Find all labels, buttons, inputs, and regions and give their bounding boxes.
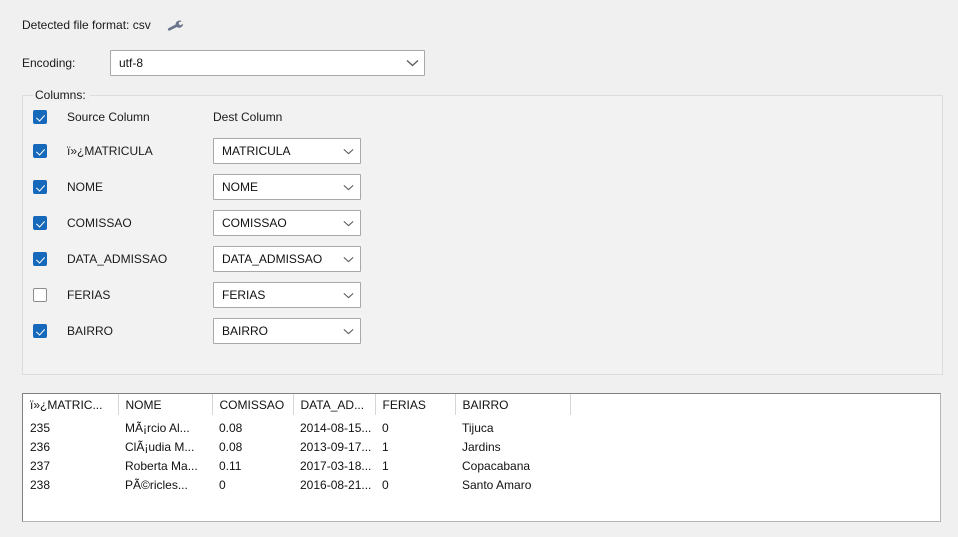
columns-header-row: Source Column Dest Column (33, 107, 282, 127)
cell-data-admissao: 2016-08-21... (300, 477, 372, 492)
cell-nome: Roberta Ma... (125, 458, 198, 473)
column-checkbox-cell-2[interactable] (33, 216, 67, 230)
column-checkbox-3[interactable] (33, 252, 47, 266)
cell-nome: PÃ©ricles... (125, 477, 188, 492)
column-mapping-row: BAIRRO BAIRRO (33, 318, 361, 344)
column-checkbox-4[interactable] (33, 288, 47, 302)
cell-bairro: Tijuca (462, 420, 494, 435)
table-row[interactable]: 238 PÃ©ricles... 0 2016-08-21... 0 Santo… (23, 475, 940, 494)
column-mapping-list: ï»¿MATRICULA MATRICULA NOME NOME COMISSA… (33, 138, 361, 354)
chevron-down-icon (336, 328, 360, 335)
dest-column-header: Dest Column (213, 110, 283, 124)
cell-data-admissao: 2013-09-17... (300, 439, 372, 454)
data-preview-table[interactable]: ï»¿MATRIC... NOME COMISSAO DATA_AD... FE… (22, 393, 941, 522)
dest-column-select-5[interactable]: BAIRRO (213, 318, 361, 344)
dest-column-select-2[interactable]: COMISSAO (213, 210, 361, 236)
source-column-name-0: ï»¿MATRICULA (67, 144, 153, 158)
dest-column-select-value-1: NOME (222, 180, 258, 194)
cell-comissao: 0 (219, 477, 226, 492)
dest-column-select-value-4: FERIAS (222, 288, 266, 302)
column-header-bairro[interactable]: BAIRRO (455, 394, 571, 415)
column-mapping-row: FERIAS FERIAS (33, 282, 361, 308)
source-column-name-1: NOME (67, 180, 103, 194)
cell-ferias: 1 (382, 439, 389, 454)
cell-ferias: 0 (382, 477, 389, 492)
cell-filler (570, 475, 940, 494)
column-checkbox-cell-0[interactable] (33, 144, 67, 158)
dest-column-select-0[interactable]: MATRICULA (213, 138, 361, 164)
column-checkbox-2[interactable] (33, 216, 47, 230)
column-mapping-row: ï»¿MATRICULA MATRICULA (33, 138, 361, 164)
column-checkbox-5[interactable] (33, 324, 47, 338)
cell-nome: ClÃ¡udia M... (125, 439, 195, 454)
table-header-row: ï»¿MATRIC... NOME COMISSAO DATA_AD... FE… (23, 394, 940, 415)
table-row[interactable]: 235 MÃ¡rcio Al... 0.08 2014-08-15... 0 T… (23, 415, 940, 437)
cell-matricula: 237 (30, 458, 51, 473)
column-checkbox-1[interactable] (33, 180, 47, 194)
cell-comissao: 0.08 (219, 439, 243, 454)
column-checkbox-cell-5[interactable] (33, 324, 67, 338)
chevron-down-icon (336, 256, 360, 263)
column-checkbox-0[interactable] (33, 144, 47, 158)
column-checkbox-cell-3[interactable] (33, 252, 67, 266)
dest-column-select-value-5: BAIRRO (222, 324, 269, 338)
encoding-select-value: utf-8 (119, 56, 144, 70)
columns-groupbox-title: Columns: (33, 88, 90, 102)
cell-filler (570, 415, 940, 437)
column-header-nome[interactable]: NOME (118, 394, 213, 415)
column-checkbox-cell-4[interactable] (33, 288, 67, 302)
cell-nome: MÃ¡rcio Al... (125, 420, 190, 435)
select-all-checkbox[interactable] (33, 110, 47, 124)
column-mapping-row: DATA_ADMISSAO DATA_ADMISSAO (33, 246, 361, 272)
detected-format-label: Detected file format: csv (22, 18, 151, 32)
cell-filler (570, 437, 940, 456)
dest-column-select-1[interactable]: NOME (213, 174, 361, 200)
dest-column-select-4[interactable]: FERIAS (213, 282, 361, 308)
column-header-comissao[interactable]: COMISSAO (212, 394, 294, 415)
source-column-name-4: FERIAS (67, 288, 111, 302)
cell-comissao: 0.11 (219, 458, 242, 473)
column-header-filler (570, 394, 940, 415)
encoding-label: Encoding: (22, 56, 76, 70)
table-row[interactable]: 236 ClÃ¡udia M... 0.08 2013-09-17... 1 J… (23, 437, 940, 456)
cell-bairro: Jardins (462, 439, 501, 454)
column-header-ferias[interactable]: FERIAS (375, 394, 456, 415)
dest-column-select-value-0: MATRICULA (222, 144, 291, 158)
source-column-header: Source Column (67, 110, 150, 124)
cell-matricula: 236 (30, 439, 51, 454)
source-column-name-2: COMISSAO (67, 216, 132, 230)
select-all-checkbox-cell[interactable] (33, 110, 67, 124)
column-header-data-admissao[interactable]: DATA_AD... (293, 394, 376, 415)
table-row[interactable]: 237 Roberta Ma... 0.11 2017-03-18... 1 C… (23, 456, 940, 475)
cell-ferias: 1 (382, 458, 389, 473)
cell-matricula: 238 (30, 477, 51, 492)
cell-bairro: Copacabana (462, 458, 531, 473)
chevron-down-icon (336, 220, 360, 227)
cell-data-admissao: 2014-08-15... (300, 420, 372, 435)
cell-data-admissao: 2017-03-18... (300, 458, 372, 473)
cell-ferias: 0 (382, 420, 389, 435)
wrench-icon[interactable] (165, 16, 187, 34)
detected-format-row: Detected file format: csv (22, 16, 187, 34)
source-column-name-5: BAIRRO (67, 324, 114, 338)
encoding-row: Encoding: utf-8 (22, 50, 425, 76)
column-mapping-row: COMISSAO COMISSAO (33, 210, 361, 236)
dest-column-select-value-3: DATA_ADMISSAO (222, 252, 323, 266)
cell-matricula: 235 (30, 420, 51, 435)
source-column-name-3: DATA_ADMISSAO (67, 252, 168, 266)
columns-groupbox: Columns: Source Column Dest Column ï»¿MA… (22, 88, 943, 375)
dest-column-select-3[interactable]: DATA_ADMISSAO (213, 246, 361, 272)
chevron-down-icon (400, 59, 424, 67)
dest-column-select-value-2: COMISSAO (222, 216, 287, 230)
cell-filler (570, 456, 940, 475)
column-checkbox-cell-1[interactable] (33, 180, 67, 194)
chevron-down-icon (336, 148, 360, 155)
chevron-down-icon (336, 184, 360, 191)
cell-bairro: Santo Amaro (462, 477, 532, 492)
column-mapping-row: NOME NOME (33, 174, 361, 200)
encoding-select[interactable]: utf-8 (110, 50, 425, 76)
cell-comissao: 0.08 (219, 420, 243, 435)
column-header-matricula[interactable]: ï»¿MATRIC... (23, 394, 119, 415)
chevron-down-icon (336, 292, 360, 299)
